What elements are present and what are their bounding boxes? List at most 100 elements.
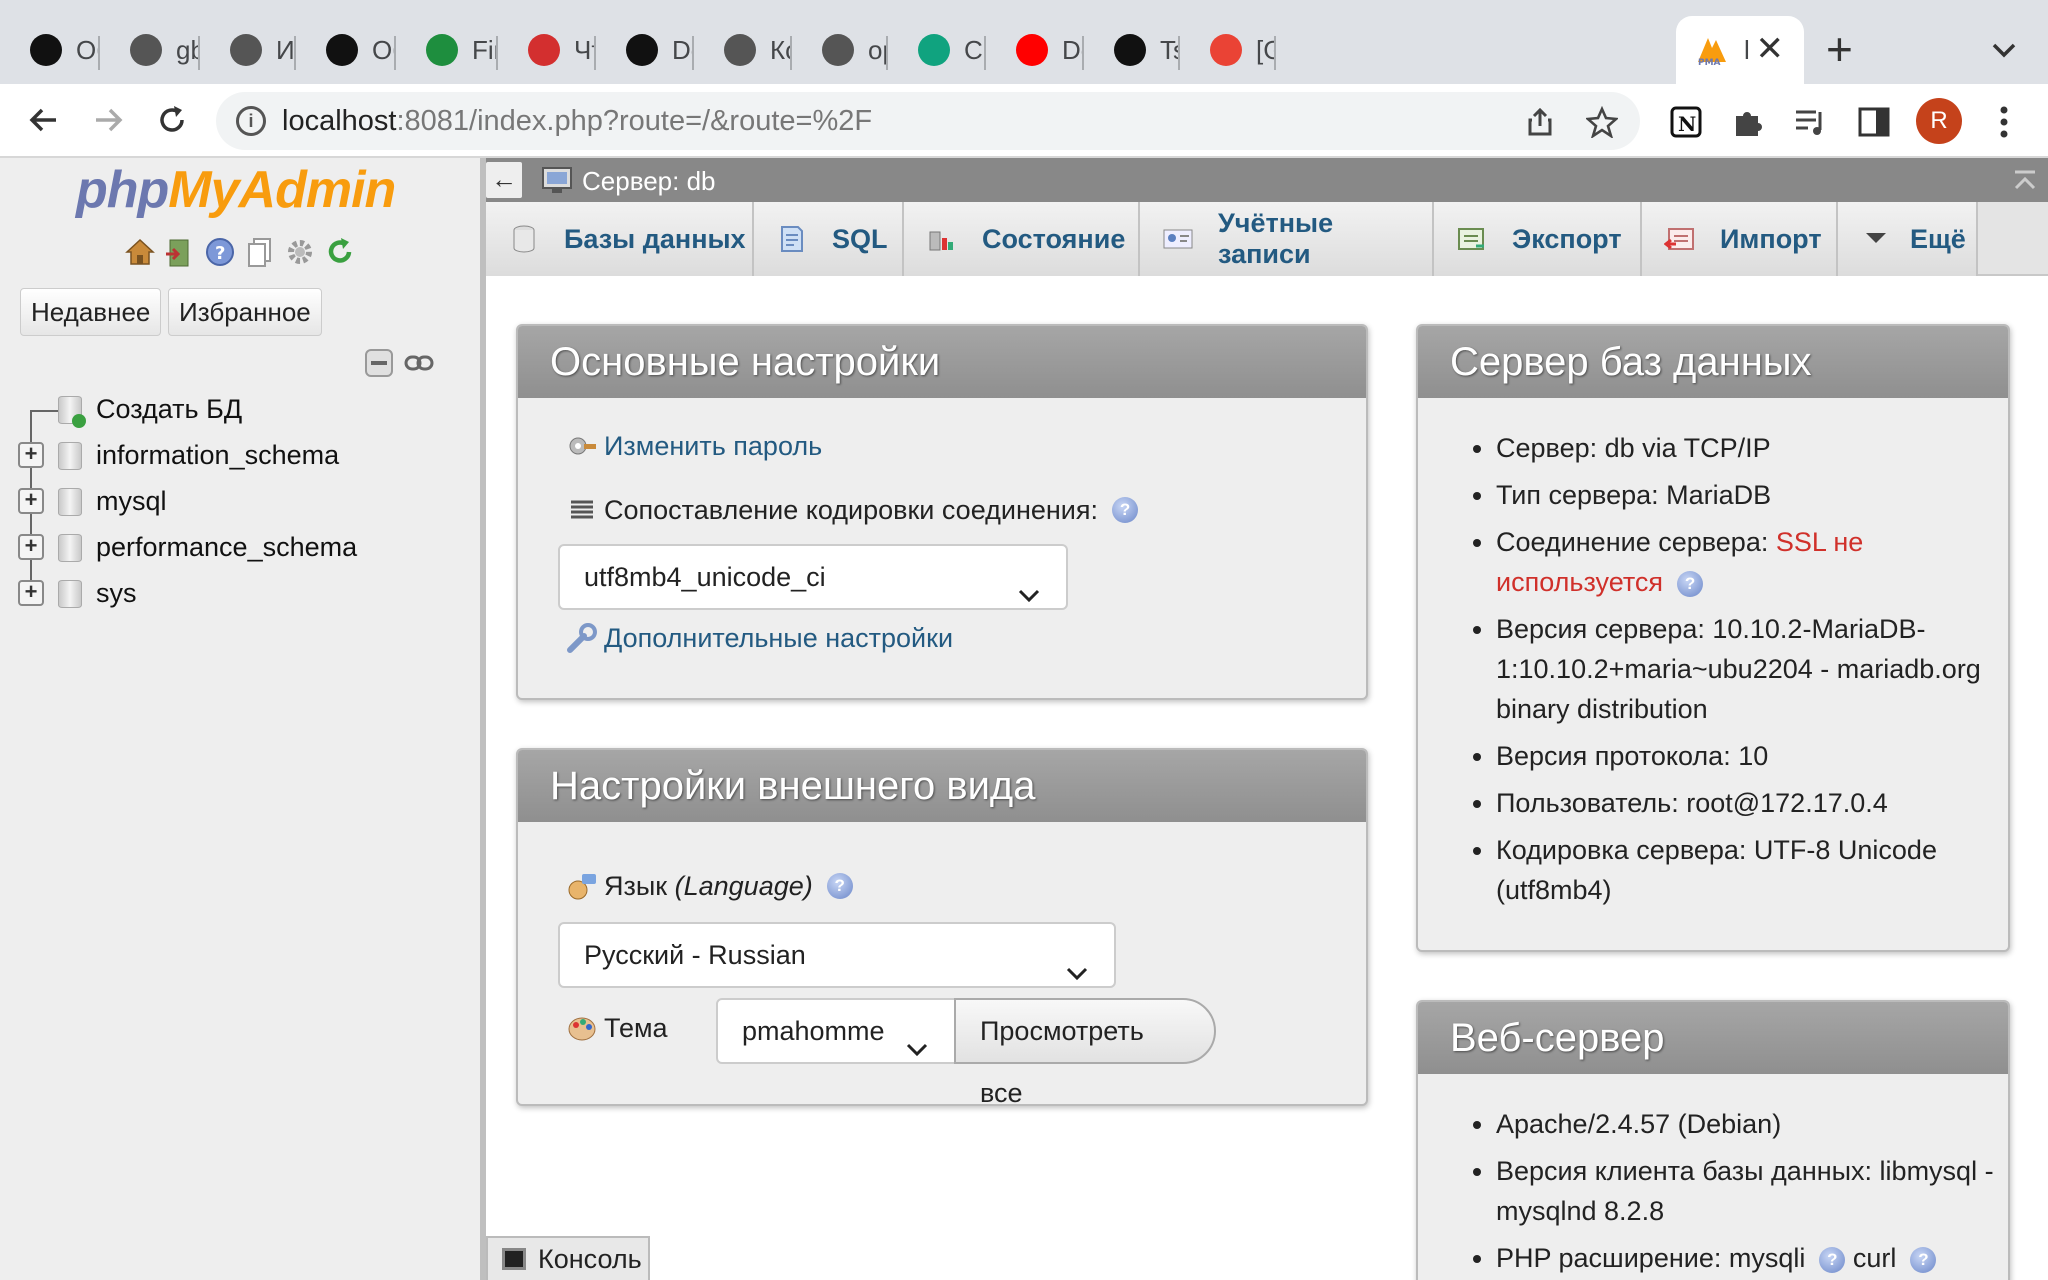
expand-plus-icon[interactable]: + (18, 488, 44, 514)
expand-plus-icon[interactable]: + (18, 442, 44, 468)
theme-label: Тема (604, 1012, 668, 1043)
browser-tab[interactable]: [Git (1180, 16, 1276, 84)
browser-tab[interactable]: Ито (200, 16, 296, 84)
browser-tab-title: Что (574, 34, 596, 65)
database-tree-item[interactable]: + mysql (0, 478, 470, 524)
help-icon[interactable]: ? (204, 236, 236, 268)
general-settings-title: Основные настройки (518, 326, 1366, 398)
create-database-item[interactable]: Создать БД (0, 386, 470, 432)
view-all-themes-button[interactable]: Просмотреть все (954, 998, 1216, 1108)
theme-palette-icon (566, 1012, 598, 1044)
chevron-down-icon (1860, 224, 1892, 254)
extensions-puzzle-icon[interactable] (1730, 104, 1766, 140)
link-with-main-panel-icon[interactable] (404, 348, 434, 378)
site-info-icon[interactable]: i (236, 106, 266, 136)
database-icon (58, 580, 82, 608)
svg-text:?: ? (215, 243, 225, 264)
bookmark-star-icon[interactable] (1584, 105, 1620, 140)
browser-tab[interactable]: Tsoy (1084, 16, 1180, 84)
tab-import[interactable]: Импорт (1642, 202, 1838, 276)
new-db-plus-icon (72, 414, 86, 428)
browser-tab[interactable]: Что (498, 16, 596, 84)
expand-plus-icon[interactable]: + (18, 580, 44, 606)
url-text[interactable]: localhost:8081/index.php?route=/&route=%… (282, 105, 872, 138)
change-password-link[interactable]: Изменить пароль (604, 431, 822, 462)
browser-tab[interactable]: Doc (596, 16, 694, 84)
database-tree-item[interactable]: + performance_schema (0, 524, 470, 570)
home-icon[interactable] (124, 236, 156, 268)
close-tab-icon[interactable]: ✕ (1756, 32, 1785, 66)
collation-icon (566, 494, 598, 526)
tab-more[interactable]: Ещё (1838, 202, 1978, 276)
console-toggle[interactable]: Консоль (486, 1236, 650, 1280)
new-tab-button[interactable]: + (1826, 26, 1853, 72)
globe-icon (230, 34, 262, 66)
server-host-item: Сервер: db via TCP/IP (1496, 428, 2006, 468)
database-tree-item[interactable]: + sys (0, 570, 470, 616)
browser-tab-title: Doc (1062, 34, 1084, 65)
phpmyadmin-logo[interactable]: phpMyAdmin (76, 160, 396, 220)
logout-icon[interactable] (164, 236, 196, 268)
back-arrow-icon[interactable] (20, 96, 68, 144)
tab-user-accounts[interactable]: Учётные записи (1140, 202, 1434, 276)
collation-help-icon[interactable]: ? (1112, 497, 1139, 523)
chevron-down-icon (906, 1020, 928, 1057)
address-bar[interactable]: i localhost:8081/index.php?route=/&route… (216, 92, 1640, 150)
mysqli-help-icon[interactable]: ? (1819, 1246, 1846, 1273)
ssl-help-icon[interactable]: ? (1677, 570, 1704, 597)
browser-tab-active[interactable]: PMA l ✕ (1676, 16, 1804, 84)
share-icon[interactable] (1524, 106, 1556, 138)
collapse-top-menu-icon[interactable] (2012, 168, 2038, 194)
browser-tab[interactable]: Обу (0, 16, 100, 84)
side-panel-icon[interactable] (1856, 104, 1892, 140)
navigation-resizer[interactable] (480, 158, 486, 1280)
profile-avatar[interactable]: R (1916, 98, 1962, 144)
favorite-tables-button[interactable]: Избранное (168, 288, 322, 336)
media-queue-icon[interactable] (1792, 104, 1828, 140)
expand-plus-icon[interactable]: + (18, 534, 44, 560)
server-breadcrumb-bar: ← Сервер: db (486, 158, 2048, 202)
openai-icon (326, 34, 358, 66)
browser-tab[interactable]: oper (792, 16, 888, 84)
database-name[interactable]: sys (96, 578, 137, 609)
tab-databases[interactable]: Базы данных (486, 202, 754, 276)
tab-status[interactable]: Состояние (904, 202, 1140, 276)
more-settings-link[interactable]: Дополнительные настройки (604, 623, 953, 654)
recent-tables-button[interactable]: Недавнее (20, 288, 162, 336)
tab-search-icon[interactable] (1986, 32, 2022, 68)
globe-icon (822, 34, 854, 66)
documentation-icon[interactable] (244, 236, 276, 268)
collapse-all-icon[interactable] (364, 348, 394, 378)
tab-export[interactable]: Экспорт (1434, 202, 1642, 276)
notion-icon[interactable]: N (1668, 104, 1704, 140)
browser-tab[interactable]: Обу (296, 16, 396, 84)
browser-tab[interactable]: Кон (694, 16, 792, 84)
theme-select[interactable]: pmahomme (716, 998, 956, 1064)
import-icon (1663, 224, 1696, 254)
hide-navigation-button[interactable]: ← (486, 162, 522, 198)
collation-select[interactable]: utf8mb4_unicode_ci (558, 544, 1068, 610)
browser-menu-icon[interactable] (1994, 102, 2014, 142)
language-select[interactable]: Русский - Russian (558, 922, 1116, 988)
database-name[interactable]: mysql (96, 486, 167, 517)
server-title[interactable]: Сервер: db (582, 166, 716, 197)
database-name[interactable]: information_schema (96, 440, 339, 471)
server-version-item: Версия сервера: 10.10.2-MariaDB-1:10.10.… (1496, 609, 2006, 729)
reload-navigation-icon[interactable] (324, 236, 356, 268)
php-extension-item: PHP расширение: mysqli? curl? (1496, 1238, 2006, 1278)
forward-arrow-icon[interactable] (84, 96, 132, 144)
language-row: Язык (Language) ? (566, 870, 853, 902)
collation-row: Сопоставление кодировки соединения: ? (566, 494, 1139, 526)
browser-tab[interactable]: gbc (100, 16, 200, 84)
browser-tab[interactable]: Doc (986, 16, 1084, 84)
settings-gear-icon[interactable] (284, 236, 316, 268)
reload-icon[interactable] (148, 96, 196, 144)
tab-sql[interactable]: SQL (754, 202, 904, 276)
browser-tab[interactable]: Cust (888, 16, 986, 84)
browser-tab[interactable]: Fina (396, 16, 498, 84)
youtube-icon (1016, 34, 1048, 66)
language-help-icon[interactable]: ? (826, 873, 853, 899)
database-tree-item[interactable]: + information_schema (0, 432, 470, 478)
database-name[interactable]: performance_schema (96, 532, 357, 563)
curl-help-icon[interactable]: ? (1910, 1246, 1937, 1273)
